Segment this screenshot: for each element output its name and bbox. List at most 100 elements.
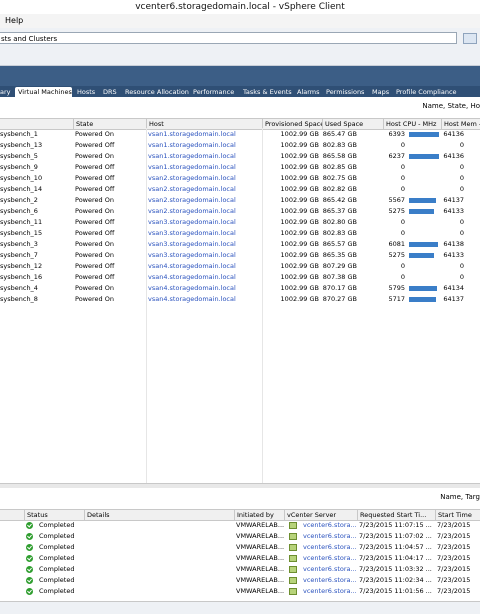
col-initiated[interactable]: Initiated by xyxy=(234,510,284,520)
col-mem[interactable]: Host Mem - xyxy=(441,119,480,129)
vm-host-link[interactable]: vsan1.storagedomain.local xyxy=(148,162,260,173)
vm-name[interactable]: sysbench_7 xyxy=(0,250,72,261)
vm-row[interactable]: sysbench_6 Powered On vsan2.storagedomain.… xyxy=(0,206,480,217)
vm-name[interactable]: sysbench_9 xyxy=(0,162,72,173)
vm-mem-value: 64138 xyxy=(443,240,464,248)
tab-resource-allocation[interactable]: Resource Allocation xyxy=(122,87,189,97)
menu-help[interactable]: Help xyxy=(5,14,23,28)
col-name[interactable] xyxy=(0,119,73,129)
vm-row[interactable]: sysbench_13 Powered Off vsan1.storagedomai… xyxy=(0,140,480,151)
vm-name[interactable]: sysbench_12 xyxy=(0,261,72,272)
vm-host-link[interactable]: vsan4.storagedomain.local xyxy=(148,272,260,283)
vm-host-link[interactable]: vsan2.storagedomain.local xyxy=(148,195,260,206)
tab-drs[interactable]: DRS xyxy=(100,87,120,97)
col-status[interactable]: Status xyxy=(24,510,84,520)
vm-name[interactable]: sysbench_4 xyxy=(0,283,72,294)
tasks-filter-hint[interactable]: Name, Targ xyxy=(440,493,480,501)
tab-maps[interactable]: Maps xyxy=(369,87,391,97)
vm-host-link[interactable]: vsan3.storagedomain.local xyxy=(148,239,260,250)
vm-host-link[interactable]: vsan3.storagedomain.local xyxy=(148,228,260,239)
vm-row[interactable]: sysbench_11 Powered Off vsan3.storagedomai… xyxy=(0,217,480,228)
task-vcenter-link[interactable]: vcenter6.stora... xyxy=(303,531,356,542)
vm-row[interactable]: sysbench_7 Powered On vsan3.storagedomain.… xyxy=(0,250,480,261)
vm-host-link[interactable]: vsan2.storagedomain.local xyxy=(148,206,260,217)
vm-host-link[interactable]: vsan1.storagedomain.local xyxy=(148,129,260,140)
vm-row[interactable]: sysbench_16 Powered Off vsan4.storagedomai… xyxy=(0,272,480,283)
vm-state: Powered Off xyxy=(75,262,115,270)
vm-host-link[interactable]: vsan1.storagedomain.local xyxy=(148,140,260,151)
col-state[interactable]: State xyxy=(73,119,146,129)
vm-filter-hint[interactable]: Name, State, Ho xyxy=(422,102,480,110)
vm-name[interactable]: sysbench_16 xyxy=(0,272,72,283)
task-row[interactable]: Completed VMWARELAB... vcenter6.stora... 7/… xyxy=(0,575,480,586)
vm-name[interactable]: sysbench_11 xyxy=(0,217,72,228)
task-vcenter-link[interactable]: vcenter6.stora... xyxy=(303,564,356,575)
vm-row[interactable]: sysbench_4 Powered On vsan4.storagedomain.… xyxy=(0,283,480,294)
tab-permissions[interactable]: Permissions xyxy=(323,87,367,97)
col-used[interactable]: Used Space xyxy=(322,119,383,129)
task-row[interactable]: Completed VMWARELAB... vcenter6.stora... 7/… xyxy=(0,564,480,575)
vm-host-link[interactable]: vsan3.storagedomain.local xyxy=(148,217,260,228)
tab-summary[interactable]: ary xyxy=(0,87,13,97)
vm-row[interactable]: sysbench_9 Powered Off vsan1.storagedomain… xyxy=(0,162,480,173)
vm-name[interactable]: sysbench_1 xyxy=(0,129,72,140)
task-vcenter-link[interactable]: vcenter6.stora... xyxy=(303,586,356,597)
vm-name[interactable]: sysbench_2 xyxy=(0,195,72,206)
vm-host-link[interactable]: vsan3.storagedomain.local xyxy=(148,250,260,261)
vm-row[interactable]: sysbench_1 Powered On vsan1.storagedomain.… xyxy=(0,129,480,140)
col-provisioned[interactable]: Provisioned Space xyxy=(262,119,322,129)
vm-name[interactable]: sysbench_13 xyxy=(0,140,72,151)
vm-name[interactable]: sysbench_8 xyxy=(0,294,72,305)
task-vcenter-link[interactable]: vcenter6.stora... xyxy=(303,542,356,553)
vm-name[interactable]: sysbench_15 xyxy=(0,228,72,239)
vm-name[interactable]: sysbench_3 xyxy=(0,239,72,250)
vm-name[interactable]: sysbench_10 xyxy=(0,173,72,184)
vm-name[interactable]: sysbench_14 xyxy=(0,184,72,195)
col-cpu[interactable]: Host CPU - MHz xyxy=(383,119,441,129)
task-vcenter-link[interactable]: vcenter6.stora... xyxy=(303,553,356,564)
tab-performance[interactable]: Performance xyxy=(190,87,238,97)
vm-row[interactable]: sysbench_12 Powered Off vsan4.storagedomai… xyxy=(0,261,480,272)
task-vcenter-link[interactable]: vcenter6.stora... xyxy=(303,575,356,586)
task-vcenter-link[interactable]: vcenter6.stora... xyxy=(303,520,356,531)
cpu-usage-bar xyxy=(409,198,436,203)
vm-host-link[interactable]: vsan4.storagedomain.local xyxy=(148,283,260,294)
vm-row[interactable]: sysbench_15 Powered Off vsan3.storagedomai… xyxy=(0,228,480,239)
vm-row[interactable]: sysbench_10 Powered Off vsan2.storagedomai… xyxy=(0,173,480,184)
task-row[interactable]: Completed VMWARELAB... vcenter6.stora... 7/… xyxy=(0,553,480,564)
col-vcenter[interactable]: vCenter Server xyxy=(284,510,357,520)
vm-host-link[interactable]: vsan1.storagedomain.local xyxy=(148,151,260,162)
task-row[interactable]: Completed VMWARELAB... vcenter6.stora... 7/… xyxy=(0,586,480,597)
vcenter-icon xyxy=(289,544,297,551)
vm-row[interactable]: sysbench_2 Powered On vsan2.storagedomain.… xyxy=(0,195,480,206)
col-requested-start[interactable]: Requested Start Ti... xyxy=(357,510,435,520)
vm-row[interactable]: sysbench_14 Powered Off vsan2.storagedomai… xyxy=(0,184,480,195)
tab-profile-compliance[interactable]: Profile Compliance xyxy=(393,87,480,97)
vm-provisioned: 1002.99 GB xyxy=(280,141,319,149)
vm-name[interactable]: sysbench_5 xyxy=(0,151,72,162)
col-start-time[interactable]: Start Time xyxy=(435,510,480,520)
task-start-time: 7/23/2015 xyxy=(437,554,471,562)
tab-virtual-machines[interactable]: Virtual Machines xyxy=(15,87,72,97)
vm-host-link[interactable]: vsan4.storagedomain.local xyxy=(148,294,260,305)
tab-tasks-events[interactable]: Tasks & Events xyxy=(240,87,292,97)
vm-row[interactable]: sysbench_3 Powered On vsan3.storagedomain.… xyxy=(0,239,480,250)
task-row[interactable]: Completed VMWARELAB... vcenter6.stora... 7/… xyxy=(0,520,480,531)
cpu-usage-bar xyxy=(409,154,439,159)
vm-host-link[interactable]: vsan2.storagedomain.local xyxy=(148,173,260,184)
col-host[interactable]: Host xyxy=(146,119,262,129)
vcenter-icon xyxy=(289,555,297,562)
task-row[interactable]: Completed VMWARELAB... vcenter6.stora... 7/… xyxy=(0,542,480,553)
tab-alarms[interactable]: Alarms xyxy=(294,87,321,97)
vm-host-link[interactable]: vsan4.storagedomain.local xyxy=(148,261,260,272)
vm-host-link[interactable]: vsan2.storagedomain.local xyxy=(148,184,260,195)
tab-hosts[interactable]: Hosts xyxy=(74,87,99,97)
task-row[interactable]: Completed VMWARELAB... vcenter6.stora... 7/… xyxy=(0,531,480,542)
col-details[interactable]: Details xyxy=(84,510,234,520)
vm-row[interactable]: sysbench_5 Powered On vsan1.storagedomain.… xyxy=(0,151,480,162)
vm-name[interactable]: sysbench_6 xyxy=(0,206,72,217)
search-icon[interactable] xyxy=(463,33,477,44)
vm-row[interactable]: sysbench_8 Powered On vsan4.storagedomain.… xyxy=(0,294,480,305)
col-task-name[interactable] xyxy=(0,510,24,520)
address-field[interactable]: sts and Clusters xyxy=(0,32,457,44)
